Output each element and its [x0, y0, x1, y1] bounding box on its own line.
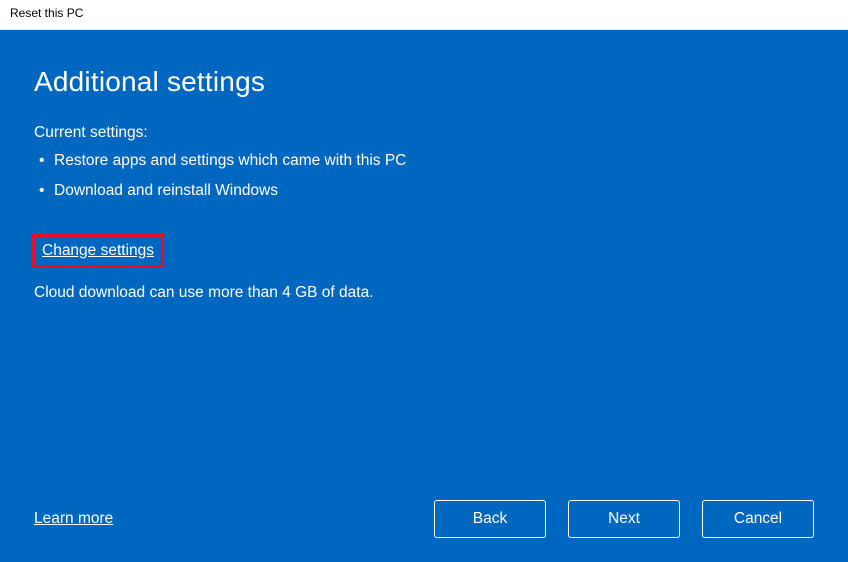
page-heading: Additional settings: [34, 66, 814, 98]
learn-more-link[interactable]: Learn more: [34, 510, 113, 528]
back-button[interactable]: Back: [434, 500, 546, 538]
change-settings-highlight: Change settings: [32, 234, 164, 268]
titlebar: Reset this PC: [0, 0, 848, 30]
change-settings-link[interactable]: Change settings: [42, 242, 154, 259]
list-item-text: Restore apps and settings which came wit…: [54, 152, 406, 169]
current-settings-label: Current settings:: [34, 124, 814, 142]
next-button[interactable]: Next: [568, 500, 680, 538]
list-item: Restore apps and settings which came wit…: [34, 152, 814, 170]
cancel-button[interactable]: Cancel: [702, 500, 814, 538]
main-panel: Additional settings Current settings: Re…: [0, 30, 848, 562]
settings-bullet-list: Restore apps and settings which came wit…: [34, 152, 814, 212]
footer: Learn more Back Next Cancel: [34, 500, 814, 538]
list-item-text: Download and reinstall Windows: [54, 182, 278, 199]
cloud-download-note: Cloud download can use more than 4 GB of…: [34, 284, 814, 302]
button-row: Back Next Cancel: [434, 500, 814, 538]
list-item: Download and reinstall Windows: [34, 182, 814, 200]
window-title: Reset this PC: [10, 6, 83, 20]
